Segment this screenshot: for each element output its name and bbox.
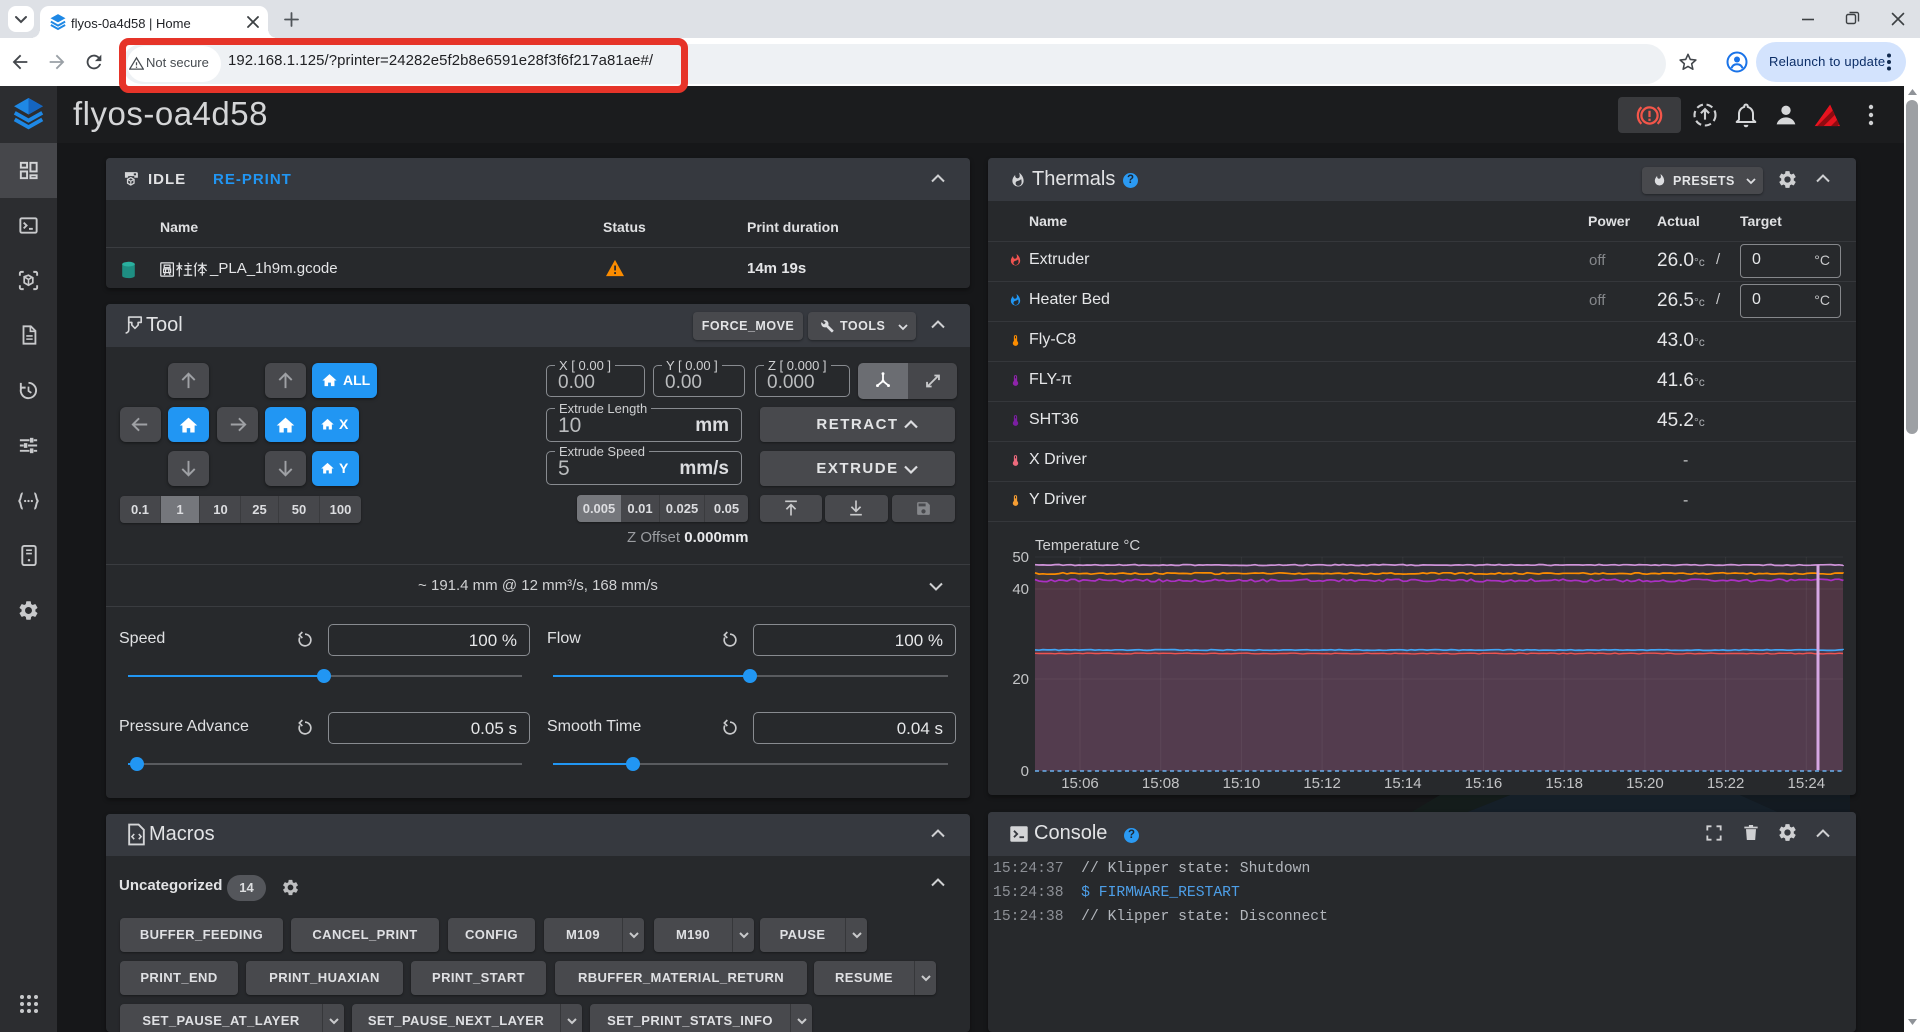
svg-text:15:24: 15:24: [1788, 775, 1826, 792]
svg-text:20: 20: [1012, 671, 1029, 688]
svg-text:15:14: 15:14: [1384, 775, 1422, 792]
svg-text:15:06: 15:06: [1061, 775, 1099, 792]
svg-text:40: 40: [1012, 581, 1029, 598]
svg-text:15:08: 15:08: [1142, 775, 1180, 792]
svg-text:15:10: 15:10: [1223, 775, 1261, 792]
svg-text:0: 0: [1021, 763, 1029, 780]
svg-text:15:18: 15:18: [1545, 775, 1583, 792]
svg-text:15:20: 15:20: [1626, 775, 1664, 792]
svg-text:15:22: 15:22: [1707, 775, 1745, 792]
svg-text:15:16: 15:16: [1465, 775, 1503, 792]
svg-text:15:12: 15:12: [1303, 775, 1341, 792]
svg-text:Temperature °C: Temperature °C: [1035, 538, 1140, 554]
svg-text:50: 50: [1012, 549, 1029, 566]
